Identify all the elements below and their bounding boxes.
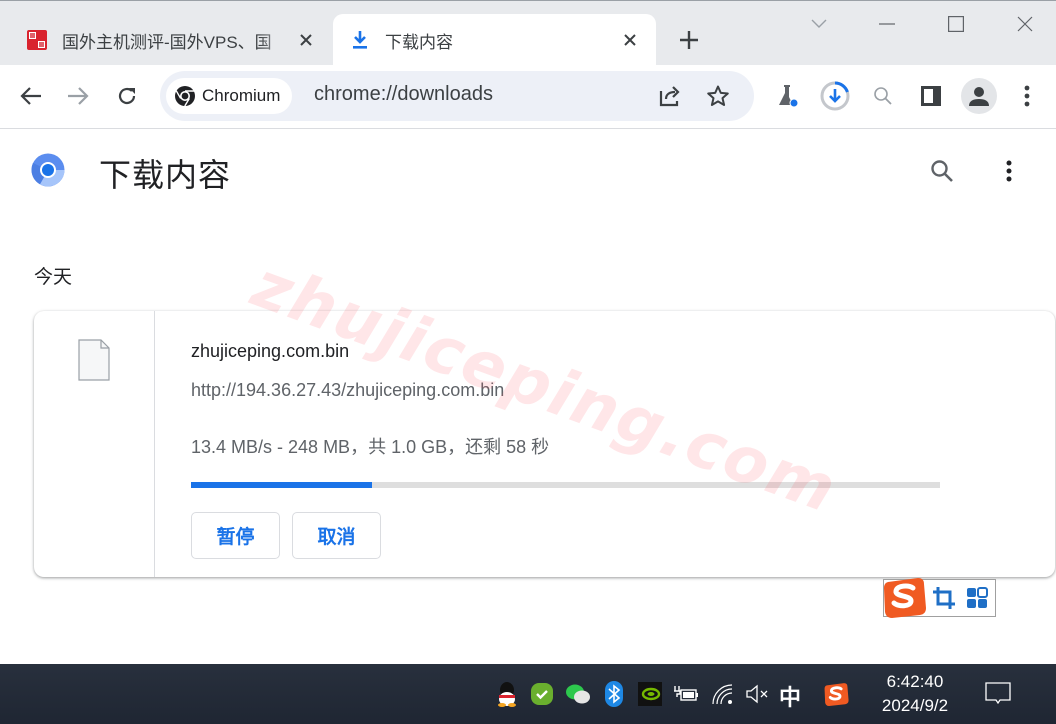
more-vert-icon <box>1006 160 1012 182</box>
action-center-button[interactable] <box>983 680 1013 708</box>
site-chip-label: Chromium <box>202 86 281 105</box>
tray-wifi[interactable] <box>709 680 737 708</box>
reload-icon <box>118 87 136 105</box>
download-icon <box>353 31 367 49</box>
site-seal-icon <box>27 30 47 50</box>
new-tab-button[interactable] <box>674 25 704 55</box>
tab-downloads[interactable]: 下载内容 <box>333 14 656 66</box>
back-arrow-icon <box>20 87 41 105</box>
chromium-logo-icon <box>175 86 195 107</box>
share-icon <box>659 86 680 107</box>
download-progress-bar <box>191 482 940 488</box>
battery-charging-icon <box>674 686 698 701</box>
notification-icon <box>985 682 1011 705</box>
bluetooth-icon <box>605 681 623 707</box>
file-icon <box>78 339 110 381</box>
pause-button[interactable]: 暂停 <box>191 512 280 559</box>
share-button[interactable] <box>654 80 686 112</box>
downloads-menu-button[interactable] <box>992 154 1026 188</box>
chromium-logo-icon <box>31 153 65 187</box>
close-icon <box>300 34 312 46</box>
tab-title: 下载内容 <box>385 32 453 52</box>
date-section-label: 今天 <box>34 267 73 288</box>
tray-volume[interactable] <box>743 680 771 708</box>
download-progress-fill <box>191 482 373 488</box>
tray-security[interactable] <box>528 680 556 708</box>
maximize-button[interactable] <box>936 9 976 39</box>
ime-language-indicator[interactable]: 中 <box>779 680 801 712</box>
wechat-icon <box>566 684 590 704</box>
tab-title: 国外主机测评-国外VPS、国 <box>62 32 272 52</box>
plus-icon <box>680 31 698 49</box>
minimize-button[interactable] <box>867 9 907 39</box>
downloads-header: 下载内容 <box>0 130 1056 220</box>
screenshot-crop-icon[interactable] <box>932 586 956 610</box>
close-icon <box>624 34 636 46</box>
download-item: zhujiceping.com.bin http://194.36.27.43/… <box>34 311 1055 577</box>
back-button[interactable] <box>14 79 48 113</box>
close-window-button[interactable] <box>1005 9 1045 39</box>
tray-qq[interactable] <box>493 680 521 708</box>
profile-button[interactable] <box>961 78 997 114</box>
labs-flask-icon <box>779 85 799 108</box>
profile-avatar-icon <box>969 87 989 106</box>
url-text[interactable]: chrome://downloads <box>314 83 493 106</box>
site-info-chip[interactable]: Chromium <box>166 78 293 114</box>
close-icon <box>1017 16 1033 32</box>
clock-time: 6:42:40 <box>886 672 944 691</box>
cancel-button[interactable]: 取消 <box>292 512 381 559</box>
security-shield-icon <box>531 683 553 705</box>
tab-search-button[interactable] <box>799 9 839 39</box>
nvidia-icon <box>638 682 662 706</box>
search-icon <box>931 160 953 182</box>
zoom-icon <box>874 87 892 105</box>
sogou-ime-icon <box>824 683 849 706</box>
windows-taskbar: 中 6:42:40 2024/9/2 <box>0 664 1056 724</box>
ime-toolbox-icon[interactable] <box>966 587 988 609</box>
reload-button[interactable] <box>110 79 144 113</box>
tab-close-button[interactable] <box>618 28 642 52</box>
side-panel-button[interactable] <box>914 79 948 113</box>
tray-sogou[interactable] <box>822 680 850 708</box>
tray-battery[interactable] <box>672 680 700 708</box>
tab-strip: 国外主机测评-国外VPS、国 下载内容 <box>0 0 1056 66</box>
system-clock[interactable]: 6:42:40 2024/9/2 <box>870 670 960 718</box>
sogou-ime-icon[interactable] <box>882 576 926 618</box>
tray-nvidia[interactable] <box>636 680 664 708</box>
qq-icon <box>498 682 516 707</box>
search-downloads-button[interactable] <box>925 154 959 188</box>
maximize-icon <box>948 16 964 32</box>
bookmark-button[interactable] <box>702 80 734 112</box>
chevron-down-icon <box>811 19 827 28</box>
bookmark-star-icon <box>707 85 729 106</box>
tray-wechat[interactable] <box>564 680 592 708</box>
browser-toolbar: Chromium chrome://downloads <box>0 65 1056 129</box>
browser-menu-button[interactable] <box>1010 79 1044 113</box>
download-source-url[interactable]: http://194.36.27.43/zhujiceping.com.bin <box>191 380 504 401</box>
downloads-button[interactable] <box>818 79 852 113</box>
labs-button[interactable] <box>770 79 804 113</box>
minimize-icon <box>879 23 895 25</box>
menu-kebab-icon <box>1024 85 1030 107</box>
wifi-icon <box>712 684 733 705</box>
volume-muted-icon <box>746 684 768 704</box>
tab-close-button[interactable] <box>294 28 318 52</box>
forward-arrow-icon <box>68 87 89 105</box>
zoom-button[interactable] <box>866 79 900 113</box>
address-bar[interactable]: Chromium chrome://downloads <box>160 71 754 121</box>
card-divider <box>154 311 155 577</box>
download-file-name[interactable]: zhujiceping.com.bin <box>191 341 349 362</box>
clock-date: 2024/9/2 <box>881 696 949 715</box>
tab-zhujiceping[interactable]: 国外主机测评-国外VPS、国 <box>12 14 332 66</box>
download-status-text: 13.4 MB/s - 248 MB，共 1.0 GB，还剩 58 秒 <box>191 437 550 457</box>
tray-bluetooth[interactable] <box>600 680 628 708</box>
forward-button[interactable] <box>61 79 95 113</box>
page-title: 下载内容 <box>99 157 232 193</box>
side-panel-icon <box>921 86 941 106</box>
download-progress-icon <box>820 81 850 111</box>
